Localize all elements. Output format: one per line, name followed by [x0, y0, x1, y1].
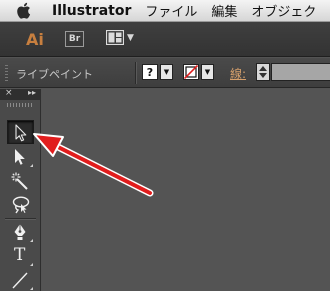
- apple-icon[interactable]: [16, 2, 38, 19]
- stroke-weight-label[interactable]: 線:: [230, 65, 246, 82]
- selection-tool[interactable]: [7, 120, 34, 144]
- submenu-corner-icon: [30, 263, 33, 266]
- stepper-down-icon[interactable]: [259, 73, 267, 78]
- fill-dropdown[interactable]: ▼: [160, 64, 173, 80]
- type-t-icon: T: [14, 245, 26, 265]
- bridge-button[interactable]: Br: [65, 31, 84, 47]
- direct-selection-tool[interactable]: [7, 145, 34, 169]
- submenu-corner-icon: [30, 287, 33, 290]
- tools-panel: × ▸▸ T: [0, 88, 41, 291]
- illustrator-logo: Ai: [26, 30, 44, 49]
- type-tool[interactable]: T: [7, 244, 34, 268]
- fill-swatch[interactable]: ?: [142, 64, 158, 80]
- arrow-outline-icon: [15, 124, 27, 142]
- stroke-dropdown[interactable]: ▼: [201, 64, 214, 80]
- stroke-weight-input[interactable]: [271, 63, 330, 81]
- magic-wand-tool[interactable]: [7, 169, 34, 193]
- chevron-down-icon: ▼: [204, 67, 211, 76]
- menu-file[interactable]: ファイル: [145, 1, 197, 20]
- document-canvas[interactable]: [42, 89, 330, 291]
- line-segment-icon: [12, 272, 28, 289]
- menu-object[interactable]: オブジェク: [251, 1, 316, 20]
- control-panel: ライブペイント ? ▼ ▼ 線:: [0, 58, 330, 88]
- live-paint-label: ライブペイント: [16, 68, 93, 81]
- stroke-weight-stepper[interactable]: [256, 63, 270, 81]
- pen-nib-icon: [14, 224, 26, 240]
- collapse-icon[interactable]: ▸▸: [28, 88, 36, 97]
- divider: [135, 62, 136, 84]
- menu-edit[interactable]: 編集: [211, 1, 237, 20]
- tools-panel-grip-icon[interactable]: [7, 103, 34, 107]
- stroke-swatch[interactable]: [183, 64, 199, 80]
- submenu-corner-icon: [30, 239, 33, 242]
- application-bar: Ai Br ▼: [0, 22, 330, 57]
- stepper-up-icon[interactable]: [259, 66, 267, 71]
- no-color-icon: [184, 65, 198, 79]
- pen-tool[interactable]: [7, 220, 34, 244]
- menu-bar: Illustrator ファイル 編集 オブジェク: [0, 0, 330, 22]
- menu-app-name[interactable]: Illustrator: [52, 3, 131, 19]
- submenu-corner-icon: [30, 164, 33, 167]
- lasso-icon: [12, 196, 30, 214]
- tools-panel-header: × ▸▸: [0, 88, 41, 100]
- arrange-documents-button[interactable]: ▼: [106, 30, 134, 45]
- chevron-down-icon: ▼: [127, 32, 134, 43]
- lasso-tool[interactable]: [7, 193, 34, 217]
- magic-wand-icon: [11, 172, 28, 190]
- close-icon[interactable]: ×: [5, 88, 13, 98]
- arrange-documents-icon: [106, 30, 124, 45]
- fill-swatch-label: ?: [146, 65, 154, 79]
- tool-group-divider: [5, 218, 36, 219]
- arrow-filled-icon: [15, 149, 25, 165]
- line-segment-tool[interactable]: [7, 268, 34, 291]
- chevron-down-icon: ▼: [163, 67, 170, 76]
- panel-grip-icon[interactable]: [5, 65, 8, 81]
